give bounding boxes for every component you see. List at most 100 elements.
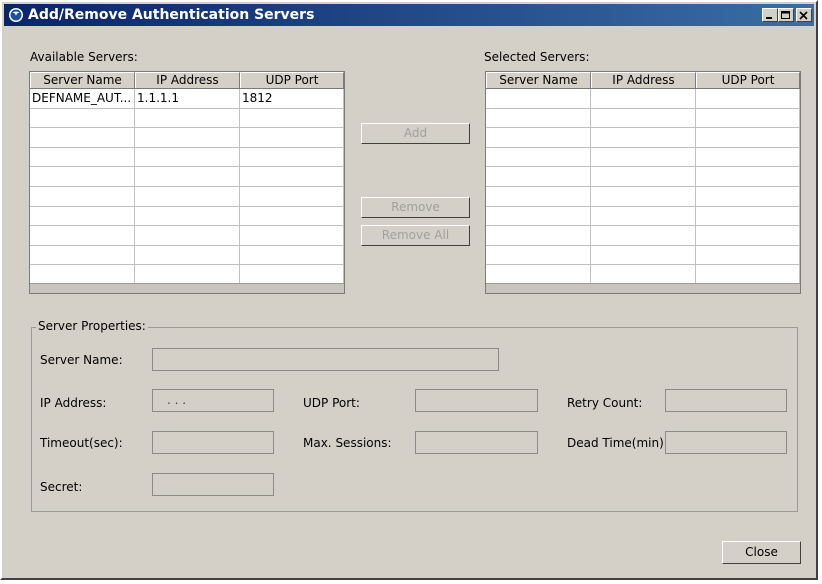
max-sessions-label: Max. Sessions: [303, 436, 392, 450]
table-cell [591, 108, 696, 128]
table-cell [135, 128, 240, 147]
table-cell [591, 147, 696, 167]
available-servers-label: Available Servers: [30, 50, 138, 64]
table-row[interactable] [486, 128, 800, 148]
table-cell [240, 167, 344, 186]
table-cell [486, 167, 591, 186]
table-row[interactable] [486, 147, 800, 168]
table-cell [486, 89, 591, 108]
maximize-button[interactable] [778, 8, 794, 22]
table-footer [486, 283, 800, 293]
secret-field[interactable] [152, 473, 274, 496]
close-window-button[interactable] [796, 8, 812, 22]
table-cell [30, 147, 135, 167]
table-row[interactable] [486, 245, 800, 266]
table-cell [30, 265, 135, 284]
table-cell [30, 167, 135, 186]
table-cell [30, 186, 135, 206]
table-row[interactable] [30, 128, 344, 148]
table-cell [135, 245, 240, 265]
minimize-button[interactable] [762, 8, 778, 22]
table-cell [591, 186, 696, 206]
table-row[interactable] [30, 147, 344, 168]
server-name-label: Server Name: [40, 353, 123, 367]
table-cell [591, 265, 696, 284]
udp-port-field[interactable] [415, 389, 538, 412]
retry-count-field[interactable] [665, 389, 787, 412]
table-cell [696, 245, 800, 265]
add-button[interactable]: Add [361, 123, 470, 144]
close-button[interactable]: Close [722, 541, 801, 564]
table-row[interactable] [30, 265, 344, 285]
table-row[interactable] [486, 206, 800, 227]
table-row[interactable] [30, 245, 344, 266]
table-cell [486, 147, 591, 167]
table-row[interactable] [486, 108, 800, 129]
table-row[interactable] [486, 186, 800, 207]
table-cell [696, 226, 800, 245]
table-row[interactable] [30, 186, 344, 207]
max-sessions-field[interactable] [415, 431, 538, 454]
minimize-icon [766, 17, 772, 19]
table-row[interactable] [30, 108, 344, 129]
column-header-server-name[interactable]: Server Name [30, 72, 135, 88]
table-cell [240, 245, 344, 265]
table-cell [591, 167, 696, 186]
table-cell [696, 89, 800, 108]
table-row[interactable] [30, 226, 344, 246]
server-properties-title: Server Properties: [36, 319, 148, 333]
table-cell [486, 186, 591, 206]
selected-servers-table[interactable]: Server Name IP Address UDP Port [485, 71, 801, 294]
timeout-label: Timeout(sec): [40, 436, 123, 450]
table-cell [696, 128, 800, 147]
column-header-server-name[interactable]: Server Name [486, 72, 591, 88]
table-cell [591, 89, 696, 108]
table-cell [696, 206, 800, 226]
available-servers-table[interactable]: Server Name IP Address UDP Port DEFNAME_… [29, 71, 345, 294]
table-row[interactable] [486, 265, 800, 285]
ip-address-field[interactable]: . . . [152, 389, 274, 412]
table-cell [240, 226, 344, 245]
column-header-ip-address[interactable]: IP Address [591, 72, 696, 88]
table-cell [486, 265, 591, 284]
remove-button[interactable]: Remove [361, 197, 470, 218]
timeout-field[interactable] [152, 431, 274, 454]
column-header-udp-port[interactable]: UDP Port [240, 72, 344, 88]
column-header-ip-address[interactable]: IP Address [135, 72, 240, 88]
table-cell [30, 108, 135, 128]
table-cell [696, 147, 800, 167]
secret-label: Secret: [40, 480, 83, 494]
dead-time-field[interactable] [665, 431, 787, 454]
table-cell [591, 206, 696, 226]
table-cell [696, 265, 800, 284]
table-header: Server Name IP Address UDP Port [30, 72, 344, 89]
table-cell [135, 206, 240, 226]
table-row[interactable] [486, 89, 800, 109]
remove-all-button[interactable]: Remove All [361, 225, 470, 246]
server-name-field[interactable] [152, 348, 499, 371]
table-row[interactable] [486, 226, 800, 246]
window-title: Add/Remove Authentication Servers [28, 7, 315, 23]
table-row[interactable]: DEFNAME_AUT... 1.1.1.1 1812 [30, 89, 344, 109]
table-cell [240, 147, 344, 167]
table-cell [240, 186, 344, 206]
table-cell [240, 265, 344, 284]
dead-time-label: Dead Time(min): [567, 436, 668, 450]
table-footer [30, 283, 344, 293]
table-cell: 1.1.1.1 [135, 89, 240, 108]
table-cell [486, 226, 591, 245]
table-cell [486, 108, 591, 128]
title-bar[interactable]: Add/Remove Authentication Servers [4, 4, 814, 26]
table-cell [696, 108, 800, 128]
table-cell [486, 128, 591, 147]
table-cell: DEFNAME_AUT... [30, 89, 135, 108]
table-row[interactable] [486, 167, 800, 187]
table-row[interactable] [30, 206, 344, 227]
table-cell [696, 167, 800, 186]
table-cell [591, 226, 696, 245]
column-header-udp-port[interactable]: UDP Port [696, 72, 800, 88]
table-row[interactable] [30, 167, 344, 187]
maximize-icon [781, 11, 790, 19]
selected-servers-label: Selected Servers: [484, 50, 590, 64]
table-cell [30, 245, 135, 265]
